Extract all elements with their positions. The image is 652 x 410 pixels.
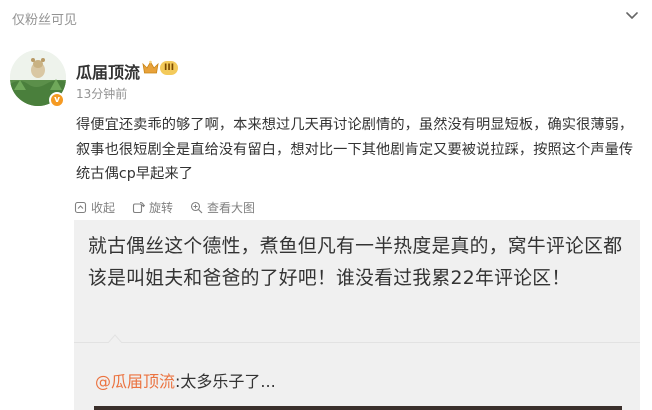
level-badge: III xyxy=(160,61,179,75)
quoted-reply: @瓜届顶流:太多乐子了... xyxy=(95,368,276,392)
view-large-button[interactable]: 查看大图 xyxy=(190,199,255,216)
collapse-icon xyxy=(74,201,87,213)
quote-mention[interactable]: @瓜届顶流 xyxy=(95,372,175,391)
image-comment-text: 就古偶丝这个德性，煮鱼但凡有一半热度是真的，窝牛评论区都该是叫姐夫和爸爸的了好吧… xyxy=(88,236,623,289)
media-preview-strip xyxy=(94,406,622,410)
collect-label: 收起 xyxy=(91,200,116,215)
post-image[interactable]: 就古偶丝这个德性，煮鱼但凡有一半热度是真的，窝牛评论区都该是叫姐夫和爸爸的了好吧… xyxy=(74,220,640,410)
view-large-label: 查看大图 xyxy=(207,200,256,215)
post-header-bar: 仅粉丝可见 xyxy=(0,0,652,34)
post-timestamp[interactable]: 13分钟前 xyxy=(76,85,127,102)
rotate-label: 旋转 xyxy=(149,200,174,215)
collect-button[interactable]: 收起 xyxy=(74,199,115,216)
image-divider xyxy=(74,342,640,343)
quote-pointer-icon xyxy=(108,334,122,343)
chevron-down-icon[interactable] xyxy=(624,10,640,22)
image-toolbar: 收起 旋转 查看大图 xyxy=(74,197,272,217)
zoom-in-icon xyxy=(190,201,203,213)
crown-icon[interactable] xyxy=(141,59,160,76)
verified-v-icon: v xyxy=(49,92,65,108)
rotate-button[interactable]: 旋转 xyxy=(132,199,173,216)
rotate-icon xyxy=(132,201,146,213)
visibility-label: 仅粉丝可见 xyxy=(12,13,78,28)
quote-text: :太多乐子了... xyxy=(175,372,276,391)
author-name[interactable]: 瓜届顶流 xyxy=(76,59,140,83)
post-text: 得便宜还卖乖的够了啊，本来想过几天再讨论剧情的，虽然没有明显短板，确实很薄弱，叙… xyxy=(76,117,634,182)
